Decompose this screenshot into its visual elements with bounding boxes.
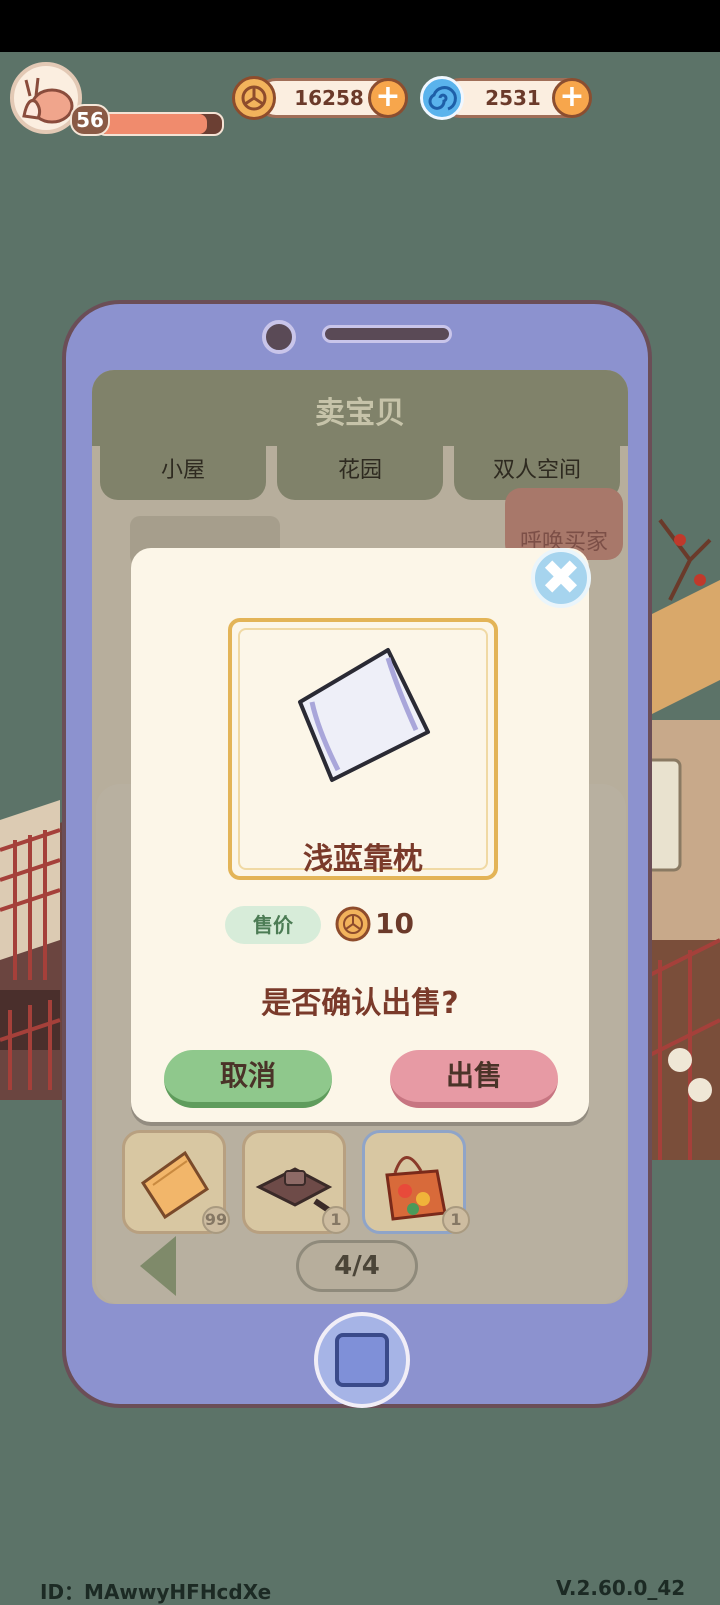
level-badge: 56 [70,104,110,136]
slot-count: 99 [202,1206,230,1234]
player-id: ID：MAwwyHFHcdXe [40,1580,272,1604]
price-label: 售价 [225,906,321,944]
item-name: 浅蓝靠枕 [303,842,423,877]
tab-garden[interactable]: 花园 [277,446,443,500]
xp-bar [96,112,224,136]
add-coins-button[interactable]: + [368,78,408,118]
home-square-icon [335,1333,389,1387]
close-dialog-button[interactable]: ✖ [531,548,591,608]
shop-title: 卖宝贝 [315,396,405,431]
balcony-railing-left [0,800,70,1100]
phone-camera [262,320,296,354]
gem-value: 2531 [485,86,541,110]
xp-fill [98,114,208,134]
swirl-gem-icon [420,76,464,120]
coin-value: 16258 [294,86,364,110]
tab-cabin[interactable]: 小屋 [100,446,266,500]
status-bar [0,0,720,52]
phone-speaker [322,325,452,343]
app-version: V.2.60.0_42 [556,1576,686,1600]
add-gems-button[interactable]: + [552,78,592,118]
snail-icon [22,77,74,124]
cancel-button[interactable]: 取消 [164,1050,332,1108]
coin-icon [232,76,276,120]
slot-count: 1 [442,1206,470,1234]
confirm-question: 是否确认出售? [261,986,459,1021]
prev-page-arrow[interactable] [140,1236,176,1296]
close-icon: ✖ [540,550,582,606]
page-indicator: 4/4 [296,1240,418,1292]
coin-icon [335,906,371,942]
price-value: 10 [375,907,414,940]
house-scenery-right [640,518,720,1160]
slot-count: 1 [322,1206,350,1234]
sell-button[interactable]: 出售 [390,1050,558,1108]
light-blue-pillow-icon [298,648,430,782]
